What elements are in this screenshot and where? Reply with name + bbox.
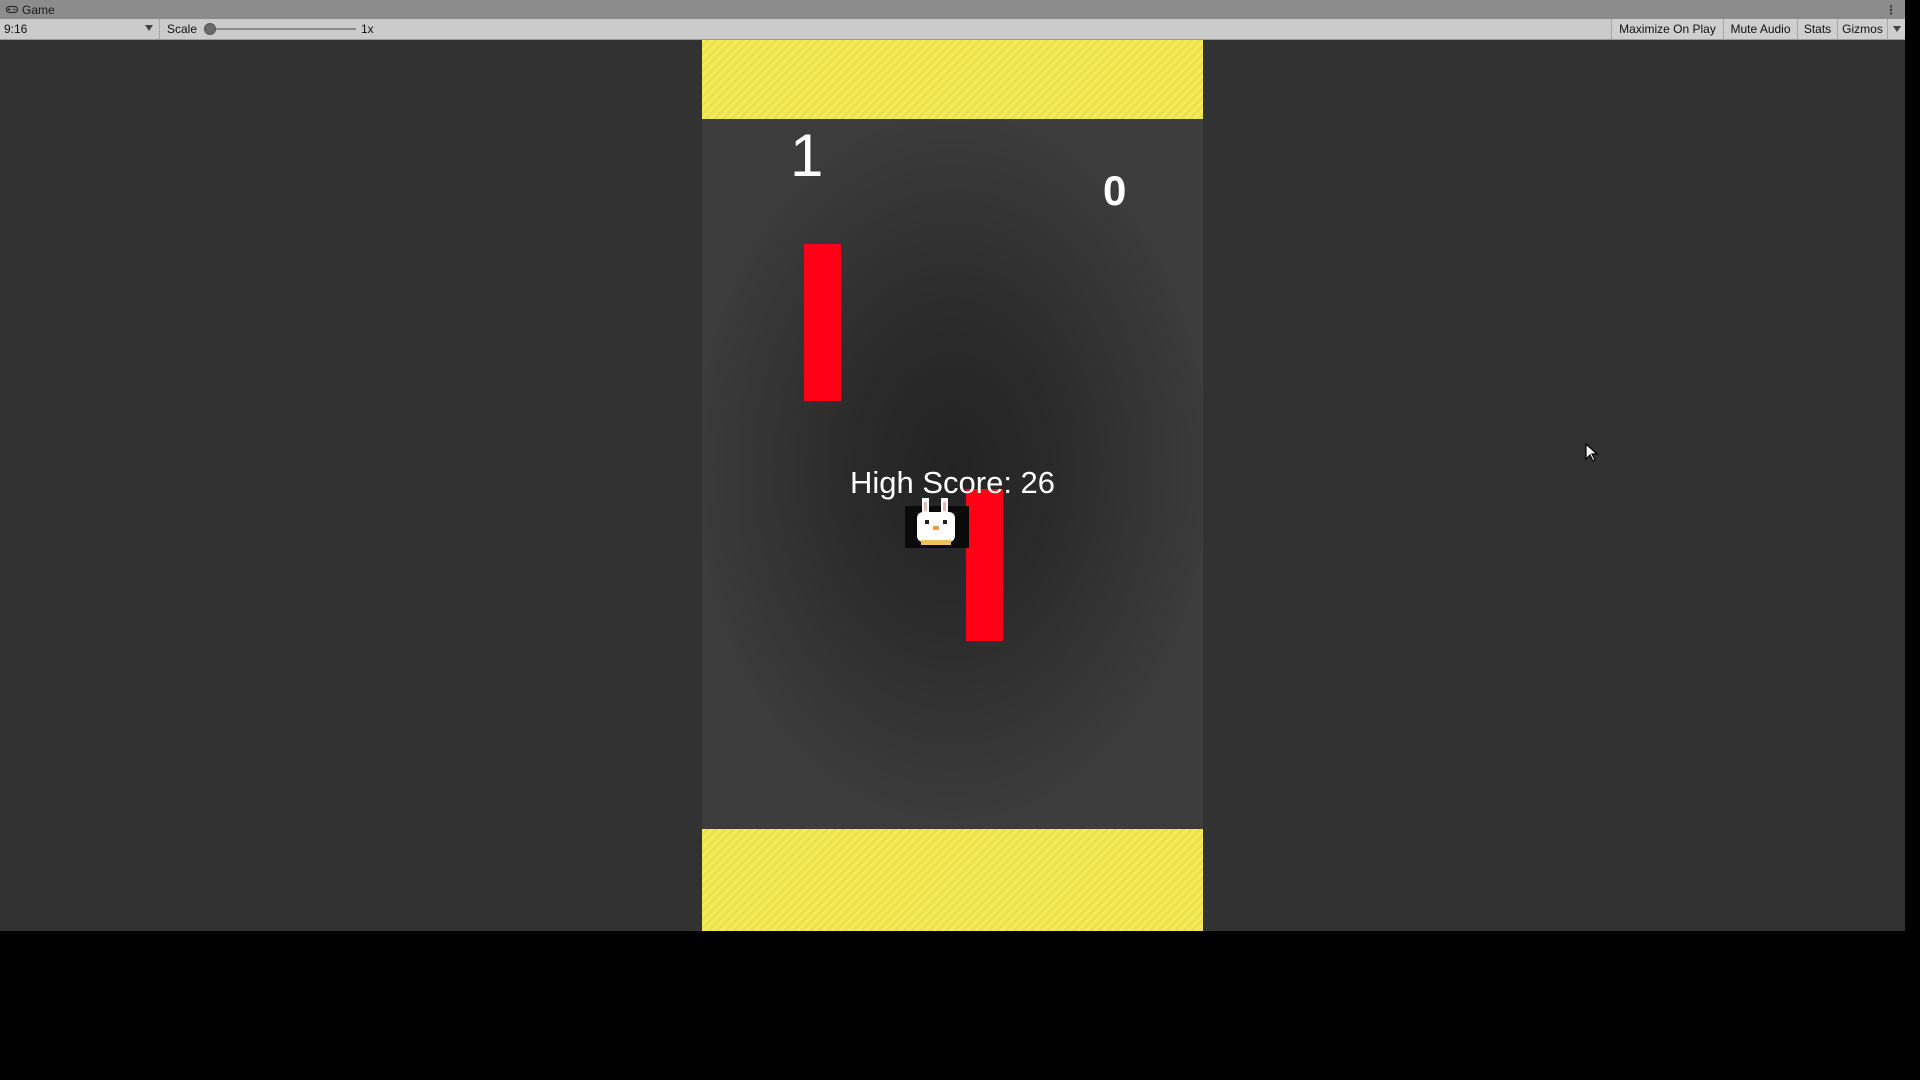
tab-bar: Game ⋮ [0,0,1905,20]
obstacle-pipe [804,244,841,401]
scale-value: 1x [361,22,374,36]
scale-slider-track[interactable] [208,28,356,30]
scale-label: Scale [167,22,198,36]
high-score-text: High Score: 26 [849,465,1056,500]
bunny-sprite [905,498,969,548]
scale-slider-handle[interactable] [204,23,216,35]
kebab-menu-icon[interactable]: ⋮ [1885,0,1897,19]
mouse-cursor-icon [1585,443,1599,462]
stats-button[interactable]: Stats [1797,19,1837,39]
chevron-down-icon [1892,26,1901,32]
maximize-on-play-button[interactable]: Maximize On Play [1611,19,1723,39]
bottom-boundary-band [702,829,1203,931]
aspect-ratio-value: 9:16 [4,22,28,36]
obstacle-pipe [966,489,1003,641]
game-toolbar: 9:16 Scale 1x Maximize On Play Mute Audi… [0,19,1905,40]
score-counter: 1 [790,122,824,189]
gizmos-dropdown-button[interactable] [1887,19,1905,39]
top-boundary-band [702,40,1203,119]
tab-game-label: Game [22,2,55,17]
tab-game[interactable]: Game [0,0,63,19]
aspect-ratio-dropdown[interactable]: 9:16 [0,19,160,39]
mute-audio-button[interactable]: Mute Audio [1723,19,1797,39]
secondary-counter: 0 [1103,167,1127,214]
chevron-down-icon [145,25,153,31]
game-viewport[interactable]: 1 0 High Score: 26 [702,40,1203,931]
gizmos-button[interactable]: Gizmos [1837,19,1887,39]
gamepad-icon [6,5,18,14]
game-window: Game ⋮ 9:16 Scale 1x Maximize On Play Mu… [0,0,1905,931]
